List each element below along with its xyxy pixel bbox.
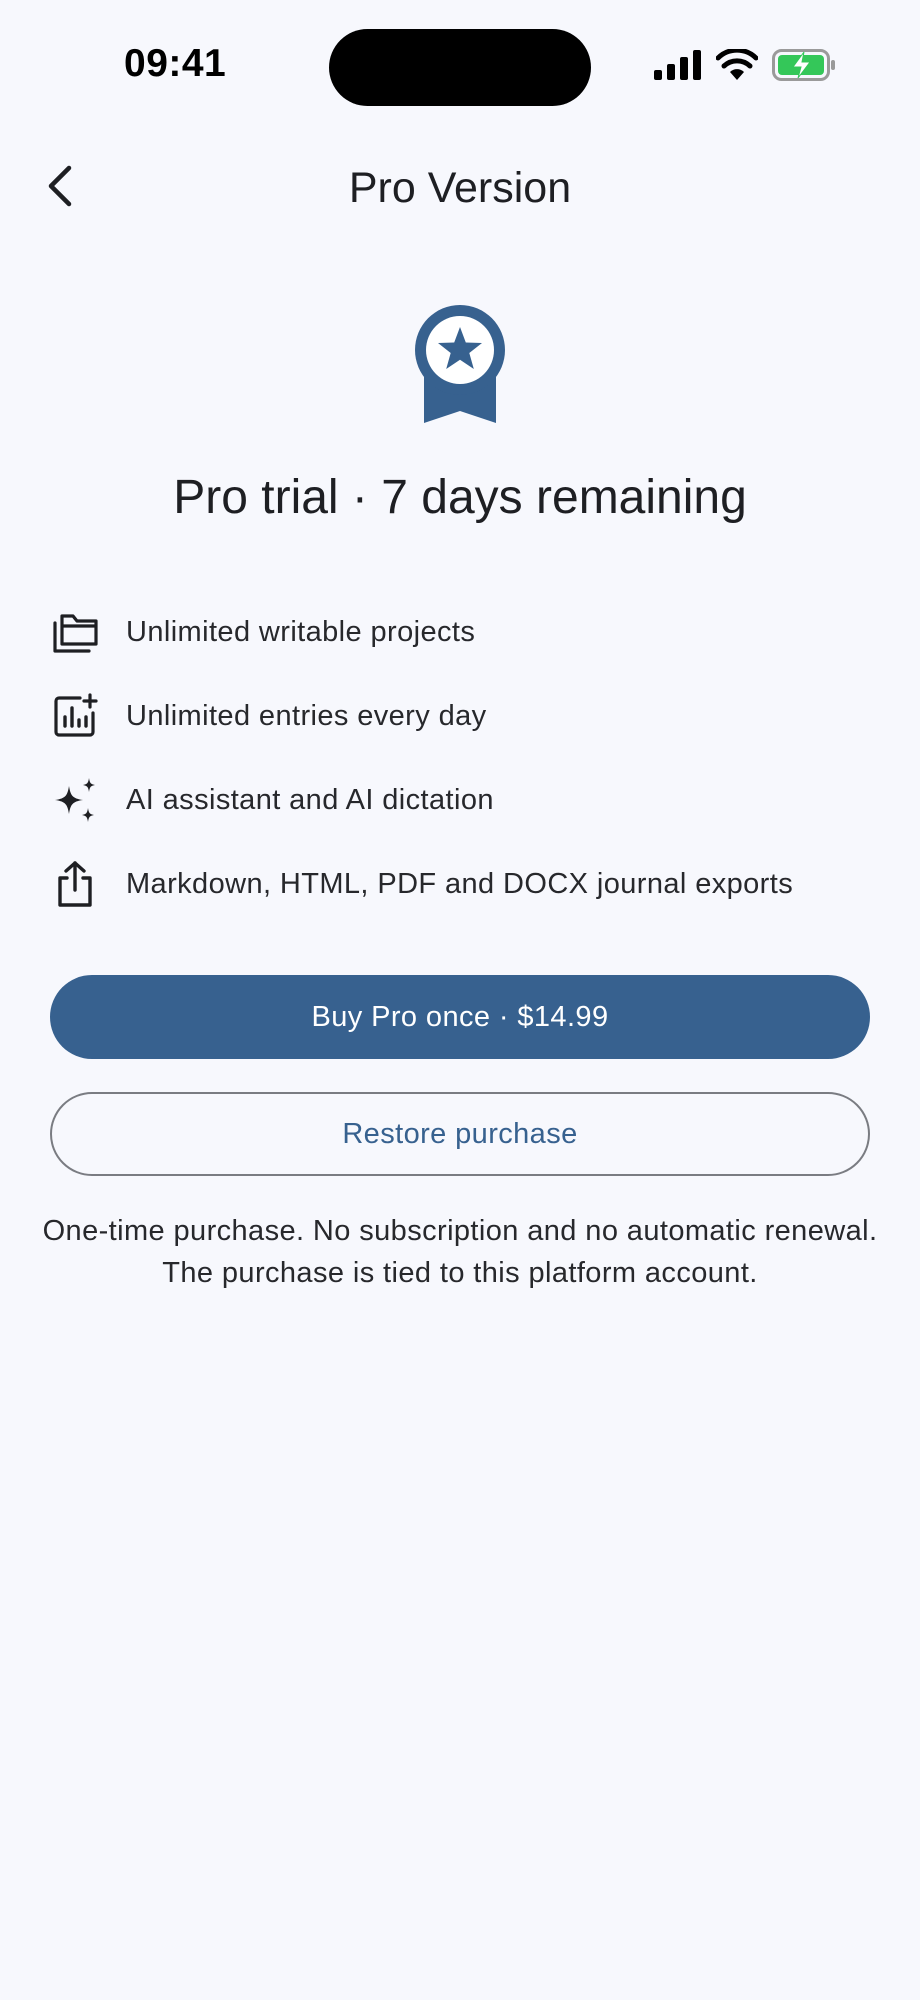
folders-icon (50, 607, 100, 657)
battery-charging-icon (772, 48, 836, 86)
restore-purchase-button[interactable]: Restore purchase (50, 1092, 870, 1176)
chart-add-icon (50, 691, 100, 741)
purchase-disclaimer: One-time purchase. No subscription and n… (42, 1215, 878, 1289)
feature-label: Markdown, HTML, PDF and DOCX journal exp… (126, 867, 794, 900)
buy-pro-button[interactable]: Buy Pro once · $14.99 (50, 975, 870, 1059)
feature-item: Unlimited writable projects (50, 590, 870, 674)
feature-item: Markdown, HTML, PDF and DOCX journal exp… (50, 842, 870, 926)
sparkles-icon (50, 775, 100, 825)
feature-label: Unlimited writable projects (126, 615, 476, 648)
nav-bar: Pro Version (0, 150, 920, 230)
feature-label: AI assistant and AI dictation (126, 783, 494, 816)
feature-label: Unlimited entries every day (126, 699, 487, 732)
award-ribbon-icon (412, 305, 508, 427)
wifi-icon (715, 47, 759, 86)
page-title: Pro Version (348, 164, 572, 212)
share-export-icon (50, 859, 100, 909)
feature-item: Unlimited entries every day (50, 674, 870, 758)
feature-item: AI assistant and AI dictation (50, 758, 870, 842)
status-bar: 09:41 (0, 0, 920, 120)
dynamic-island (329, 29, 591, 106)
status-time: 09:41 (124, 42, 227, 85)
feature-list: Unlimited writable projects Unlimited en… (50, 590, 870, 926)
cellular-signal-icon (654, 49, 702, 85)
trial-status-heading: Pro trial · 7 days remaining (173, 471, 747, 524)
status-icons (654, 47, 836, 86)
